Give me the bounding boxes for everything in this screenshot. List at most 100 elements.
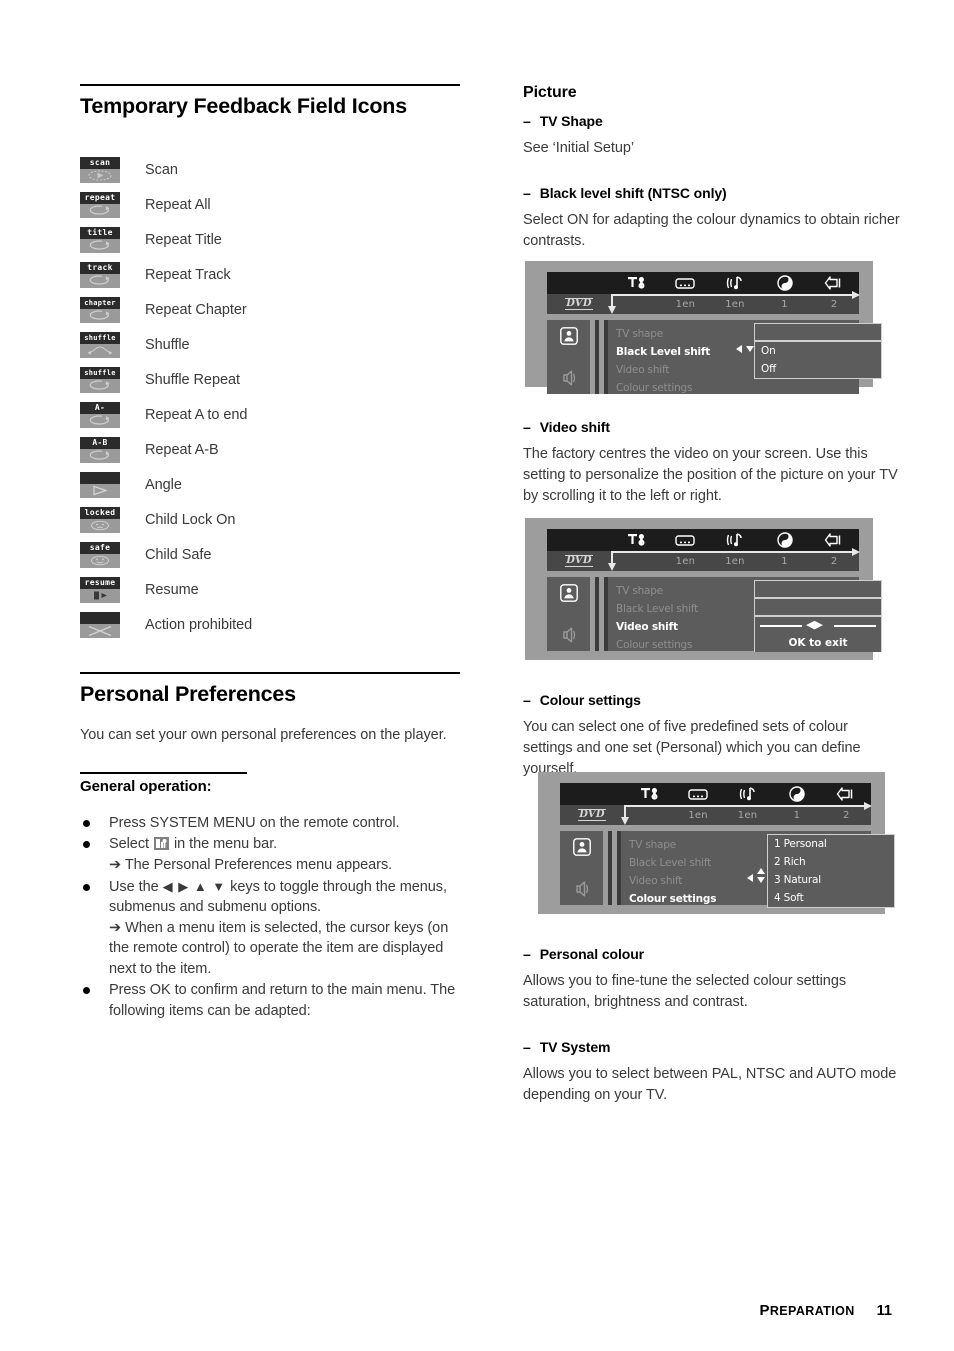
step-text-after: in the menu bar.	[169, 836, 278, 853]
subtitle-icon[interactable]	[673, 783, 722, 805]
preferences-tools-icon[interactable]	[611, 529, 661, 551]
subsection-personal-colour: – Personal colour	[523, 946, 901, 962]
step-text-before: Select	[109, 836, 153, 853]
tv-system-body: Allows you to select between PAL, NTSC a…	[523, 1066, 897, 1104]
person-preferences-icon[interactable]	[559, 584, 578, 607]
osd-option-list[interactable]: On Off	[754, 341, 882, 379]
osd-setting-row[interactable]: Colour settings	[616, 379, 859, 397]
osd-disc-type: DVD	[547, 298, 611, 310]
osd-side-column	[547, 320, 590, 394]
badge-caption: safe	[80, 541, 120, 554]
subtitle-icon[interactable]	[661, 272, 711, 294]
right-column: Picture – TV Shape See ‘Initial Setup’ –…	[523, 84, 901, 252]
footer-chapter-initial: P	[759, 1302, 770, 1319]
osd-value-box-black-level-shift[interactable]	[754, 598, 882, 616]
osd-option-list[interactable]: 1 Personal 2 Rich 3 Natural 4 Soft	[767, 834, 895, 908]
dash-marker: –	[523, 185, 531, 202]
osd-status-value: 1en	[725, 298, 745, 310]
osd-option-item[interactable]: 2 Rich	[774, 853, 894, 871]
cursor-left-icon	[736, 345, 742, 353]
osd-option-item[interactable]: 1 Personal	[774, 835, 894, 853]
osd-screenshot-colour-settings: DVD 1en 1en 1 2 TV shape Black Level shift Vide…	[538, 772, 895, 914]
dvd-logo: DVD	[578, 809, 606, 821]
preferences-tools-icon[interactable]	[611, 272, 661, 294]
speaker-sound-icon[interactable]	[560, 370, 578, 391]
osd-status-value: 1en	[675, 555, 696, 567]
speaker-sound-icon[interactable]	[573, 881, 591, 902]
shuffle-arrows-icon	[80, 344, 120, 358]
osd-screenshot-video-shift: DVD 1en 1en 1 2 TV shape Black Level shift Vide…	[525, 518, 882, 660]
feedback-icon-list: scan Scan repeat Repeat All title Repeat Titl…	[80, 152, 460, 642]
dash-marker: –	[523, 692, 531, 708]
happy-face-icon	[80, 554, 120, 568]
badge-scan-icon: scan	[80, 156, 120, 183]
badge-shuffle-arrows-icon: shuffle	[80, 331, 120, 358]
badge-repeat-loop-icon: repeat	[80, 191, 120, 218]
subsection-colour-settings: – Colour settings	[523, 692, 901, 708]
section-title-personal-preferences: Personal Preferences	[80, 682, 296, 707]
osd-value-box-tv-shape[interactable]	[754, 323, 882, 341]
section-title-picture: Picture	[523, 84, 577, 101]
osd-selection-pointer	[608, 551, 615, 571]
osd-option-item[interactable]: 4 Soft	[774, 889, 894, 907]
osd-status-value: 2	[830, 555, 838, 567]
osd-status-value: 1en	[688, 809, 708, 821]
badge-caption: chapter	[80, 296, 120, 309]
feedback-icon-label: Resume	[145, 581, 199, 598]
feedback-icon-label: Repeat Chapter	[145, 301, 247, 318]
osd-option-item[interactable]: Off	[761, 360, 881, 378]
osd-value-box-tv-shape[interactable]	[754, 580, 882, 598]
osd-option-item[interactable]: 3 Natural	[774, 871, 894, 889]
badge-caption: scan	[80, 156, 120, 169]
dash-marker: –	[523, 946, 531, 962]
osd-ok-to-exit-hint: OK to exit	[788, 637, 848, 649]
general-operation-rule	[80, 771, 247, 774]
feedback-icon-row: title Repeat Title	[80, 222, 460, 257]
right-column-2: – Video shift The factory centres the vi…	[523, 419, 901, 507]
badge-caption	[80, 471, 120, 484]
badge-caption: locked	[80, 506, 120, 519]
audio-language-icon[interactable]	[710, 272, 760, 294]
footer-chapter-rest: REPARATION	[769, 1304, 855, 1318]
page-title-temporary-feedback: Temporary Feedback Field Icons	[80, 94, 407, 118]
dvd-logo: DVD	[565, 298, 593, 310]
audio-language-icon[interactable]	[723, 783, 772, 805]
disc-angle-icon[interactable]	[760, 529, 810, 551]
left-column: Temporary Feedback Field Icons scan Scan r…	[80, 84, 460, 1023]
dash-marker: –	[523, 419, 531, 435]
osd-disc-type: DVD	[547, 555, 611, 567]
feedback-icon-row: A- Repeat A to end	[80, 397, 460, 432]
audio-language-icon[interactable]	[710, 529, 760, 551]
subsection-title-general-operation: General operation:	[80, 777, 212, 795]
subsection-title: Personal colour	[539, 946, 644, 962]
badge-caption: track	[80, 261, 120, 274]
feedback-icon-label: Shuffle	[145, 336, 190, 353]
subsection-tv-shape: – TV Shape	[523, 113, 901, 129]
osd-menu-bar[interactable]	[547, 272, 859, 294]
feedback-icon-label: Action prohibited	[145, 616, 253, 633]
slider-track-right	[834, 625, 876, 627]
personal-colour-body: Allows you to fine-tune the selected col…	[523, 973, 847, 1011]
right-column-3: – Colour settings You can select one of …	[523, 692, 901, 780]
person-preferences-icon[interactable]	[572, 838, 591, 861]
feedback-icon-row: safe Child Safe	[80, 537, 460, 572]
feedback-icon-label: Child Safe	[145, 546, 212, 563]
right-column-4: – Personal colour Allows you to fine-tun…	[523, 946, 901, 1106]
dvd-logo: DVD	[565, 555, 593, 567]
preferences-tools-icon[interactable]	[624, 783, 673, 805]
disc-angle-icon[interactable]	[760, 272, 810, 294]
feedback-icon-row: repeat Repeat All	[80, 187, 460, 222]
osd-menu-bar[interactable]	[547, 529, 859, 551]
osd-selection-pointer	[608, 294, 615, 314]
slider-left-right-arrows-icon: ◀▶	[806, 619, 823, 631]
feedback-icon-label: Repeat A to end	[145, 406, 248, 423]
disc-angle-icon[interactable]	[772, 783, 821, 805]
speaker-sound-icon[interactable]	[560, 627, 578, 648]
subsection-title: Black level shift (NTSC only)	[539, 185, 727, 202]
osd-menu-bar[interactable]	[560, 783, 871, 805]
person-preferences-icon[interactable]	[559, 327, 578, 350]
subtitle-icon[interactable]	[661, 529, 711, 551]
feedback-icon-row: resume Resume	[80, 572, 460, 607]
badge-caption	[80, 611, 120, 624]
osd-option-item[interactable]: On	[761, 342, 881, 360]
